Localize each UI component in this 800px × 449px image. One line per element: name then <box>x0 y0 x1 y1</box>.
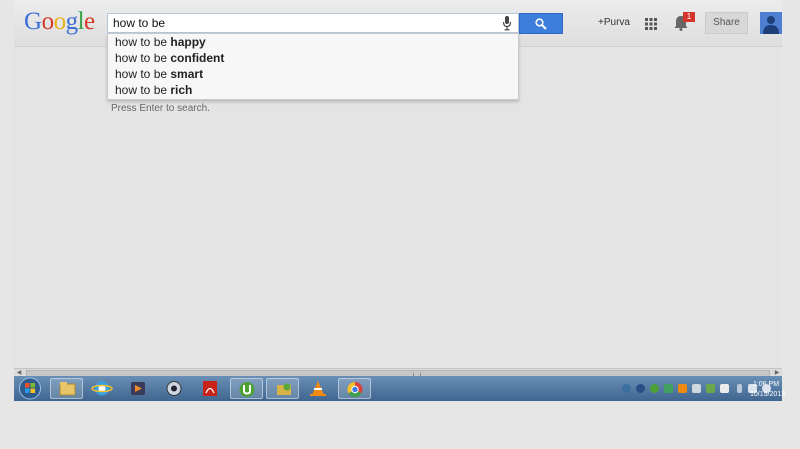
google-logo[interactable]: Google <box>24 8 95 36</box>
taskbar-vlc[interactable] <box>302 378 335 399</box>
browser-page: Google +Purva <box>14 0 782 401</box>
suggestion-item[interactable]: how to be rich <box>108 82 518 98</box>
suggestion-item[interactable]: how to be confident <box>108 50 518 66</box>
tray-app-icon[interactable] <box>664 384 673 393</box>
quicktime-icon <box>166 381 182 396</box>
tray-app-icon[interactable] <box>692 384 701 393</box>
notification-count-badge[interactable]: 1 <box>683 12 695 22</box>
battery-icon[interactable] <box>737 384 742 393</box>
taskbar-utorrent[interactable] <box>230 378 263 399</box>
search-icon <box>535 18 547 30</box>
tray-app-icon[interactable] <box>636 384 645 393</box>
suggestion-item[interactable]: how to be happy <box>108 34 518 50</box>
press-enter-hint: Press Enter to search. <box>111 103 210 114</box>
adobe-reader-icon <box>203 381 217 396</box>
taskbar-quicktime[interactable] <box>158 378 191 399</box>
taskbar-clock[interactable]: 1:06 PM 10/15/2013 <box>750 380 786 400</box>
suggestion-item[interactable]: how to be smart <box>108 66 518 82</box>
tray-app-icon[interactable] <box>706 384 715 393</box>
taskbar-adobe-reader[interactable] <box>194 378 227 399</box>
vlc-cone-icon <box>310 381 326 396</box>
search-button[interactable] <box>519 13 563 34</box>
taskbar-file-manager[interactable] <box>266 378 299 399</box>
taskbar-internet-explorer[interactable] <box>86 378 119 399</box>
account-avatar[interactable] <box>760 12 782 34</box>
taskbar-media-player[interactable] <box>122 378 155 399</box>
media-player-icon <box>131 382 145 395</box>
search-input[interactable] <box>113 15 493 31</box>
user-silhouette-icon <box>763 16 779 34</box>
tray-app-icon[interactable] <box>622 384 631 393</box>
action-center-flag-icon[interactable] <box>720 384 729 393</box>
utorrent-icon <box>239 382 255 397</box>
clock-time: 1:06 PM <box>752 381 780 388</box>
chrome-icon <box>347 381 363 398</box>
autocomplete-dropdown: how to be happy how to be confident how … <box>107 33 519 100</box>
search-box[interactable] <box>107 13 519 33</box>
taskbar-chrome[interactable] <box>338 378 371 399</box>
folder-icon <box>59 382 76 396</box>
clock-date: 10/15/2013 <box>750 391 786 398</box>
windows-taskbar <box>14 376 782 401</box>
taskbar-windows-explorer[interactable] <box>50 378 83 399</box>
internet-explorer-icon <box>91 381 113 396</box>
file-manager-icon <box>277 383 291 395</box>
start-button-icon[interactable] <box>17 377 43 400</box>
vlc-tray-icon[interactable] <box>678 384 687 393</box>
microphone-icon[interactable] <box>502 16 512 31</box>
share-button[interactable]: Share <box>705 12 748 34</box>
apps-grid-icon[interactable] <box>645 18 657 30</box>
user-profile-link[interactable]: +Purva <box>598 17 630 28</box>
utorrent-tray-icon[interactable] <box>650 384 659 393</box>
